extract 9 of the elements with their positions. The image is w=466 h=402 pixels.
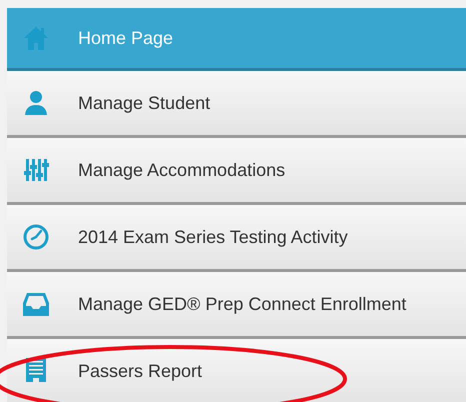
user-icon — [22, 89, 50, 117]
home-icon — [22, 24, 50, 52]
sliders-icon — [22, 156, 50, 184]
inbox-icon — [22, 290, 50, 318]
menu-item[interactable]: Manage Student — [7, 71, 466, 138]
menu-item[interactable]: Manage GED® Prep Connect Enrollment — [7, 272, 466, 339]
menu-item[interactable]: 2014 Exam Series Testing Activity — [7, 205, 466, 272]
menu-item[interactable]: Manage Accommodations — [7, 138, 466, 205]
clock-icon — [22, 223, 50, 251]
